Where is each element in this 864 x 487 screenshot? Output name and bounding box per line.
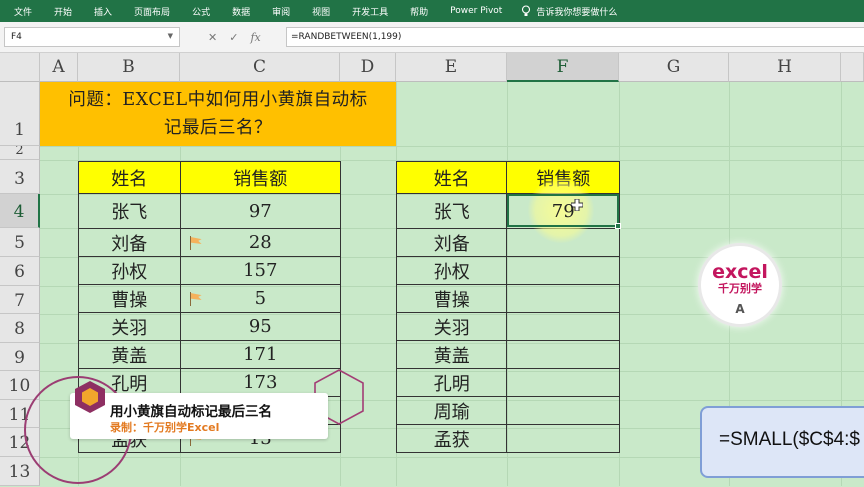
tab-help[interactable]: 帮助	[399, 5, 439, 18]
right-cell-name[interactable]: 张飞	[395, 193, 508, 229]
column-header-c[interactable]: C	[180, 53, 340, 82]
sales-value: 28	[248, 232, 272, 253]
left-cell-name[interactable]: 黄盖	[78, 340, 181, 369]
formula-buttons: ✕ ✓ fx	[200, 27, 280, 47]
left-cell-name[interactable]: 曹操	[78, 284, 181, 313]
right-cell-name[interactable]: 孔明	[395, 368, 508, 397]
left-cell-sales[interactable]: 97	[179, 193, 342, 229]
left-header-sales[interactable]: 销售额	[179, 161, 342, 194]
row-header-6[interactable]: 6	[0, 257, 40, 286]
formula-callout: =SMALL($C$4:$	[700, 406, 864, 478]
logo-text: excel	[712, 261, 768, 283]
tab-page-layout[interactable]: 页面布局	[123, 5, 181, 18]
fx-icon[interactable]: fx	[250, 31, 260, 44]
caption-title: 用小黄旗自动标记最后三名	[110, 404, 272, 420]
tab-developer[interactable]: 开发工具	[341, 5, 399, 18]
tell-me-text: 告诉我你想要做什么	[536, 7, 618, 18]
row-header-8[interactable]: 8	[0, 314, 40, 343]
tell-me-box[interactable]: 告诉我你想要做什么	[521, 5, 617, 18]
cancel-icon[interactable]: ✕	[208, 31, 217, 44]
column-header-d[interactable]: D	[340, 53, 396, 82]
logo-letter: A	[735, 302, 745, 316]
caption-author: 录制：千万别学Excel	[110, 421, 220, 434]
name-box-value: F4	[11, 32, 22, 42]
column-header-e[interactable]: E	[396, 53, 507, 82]
right-cell-sales[interactable]: 79	[506, 193, 620, 229]
left-cell-sales[interactable]: 171	[179, 340, 342, 369]
right-cell-sales[interactable]	[506, 312, 620, 341]
column-header-f[interactable]: F	[507, 53, 619, 82]
right-cell-sales[interactable]	[506, 256, 620, 285]
right-cell-name[interactable]: 孟获	[395, 424, 508, 453]
tab-view[interactable]: 视图	[301, 5, 341, 18]
tab-power-pivot[interactable]: Power Pivot	[439, 6, 513, 16]
chevron-down-icon[interactable]: ▼	[168, 32, 173, 40]
tab-insert[interactable]: 插入	[83, 5, 123, 18]
hexagon-badge-icon	[75, 381, 105, 413]
channel-logo: excel 千万别学 A	[698, 243, 782, 327]
left-cell-name[interactable]: 刘备	[78, 228, 181, 257]
right-cell-sales[interactable]	[506, 396, 620, 425]
left-cell-name[interactable]: 张飞	[78, 193, 181, 229]
row-header-9[interactable]: 9	[0, 343, 40, 371]
right-cell-name[interactable]: 孙权	[395, 256, 508, 285]
row-header-4[interactable]: 4	[0, 194, 40, 228]
left-cell-name[interactable]: 孙权	[78, 256, 181, 285]
row-header-5[interactable]: 5	[0, 228, 40, 257]
right-cell-sales[interactable]	[506, 424, 620, 453]
right-cell-name[interactable]: 刘备	[395, 228, 508, 257]
right-cell-name[interactable]: 黄盖	[395, 340, 508, 369]
ribbon-tabs: 文件 开始 插入 页面布局 公式 数据 审阅 视图 开发工具 帮助 Power …	[0, 0, 864, 22]
left-cell-sales[interactable]: 157	[179, 256, 342, 285]
row-header-10[interactable]: 10	[0, 371, 40, 400]
right-cell-sales[interactable]	[506, 368, 620, 397]
row-header-1[interactable]: 1	[0, 82, 40, 146]
right-sales-table: 姓名 销售额 张飞 79 刘备 孙权 曹操 关羽 黄盖 孔明 周瑜 孟获	[395, 161, 620, 453]
tab-file[interactable]: 文件	[0, 5, 43, 18]
row-header-7[interactable]: 7	[0, 286, 40, 314]
left-cell-name[interactable]: 关羽	[78, 312, 181, 341]
row-header-3[interactable]: 3	[0, 160, 40, 194]
left-cell-sales[interactable]: 5	[179, 284, 342, 313]
right-header-name[interactable]: 姓名	[395, 161, 508, 194]
title-cell[interactable]: 问题：EXCEL中如何用小黄旗自动标 记最后三名？	[40, 82, 396, 146]
right-cell-sales[interactable]	[506, 284, 620, 313]
lightbulb-icon	[522, 5, 531, 16]
left-header-name[interactable]: 姓名	[78, 161, 181, 194]
row-header-2[interactable]: 2	[0, 146, 40, 160]
left-cell-sales[interactable]: 95	[179, 312, 342, 341]
column-header-next[interactable]	[841, 53, 864, 82]
logo-subtext: 千万别学	[718, 282, 762, 295]
sales-value: 5	[254, 288, 267, 309]
flag-icon	[189, 236, 203, 250]
flag-icon	[189, 292, 203, 306]
gridline	[40, 146, 864, 147]
column-header-b[interactable]: B	[78, 53, 180, 82]
formula-input[interactable]: =RANDBETWEEN(1,199)	[286, 27, 864, 47]
title-line-2: 记最后三名？	[164, 118, 272, 138]
tab-data[interactable]: 数据	[221, 5, 261, 18]
tab-review[interactable]: 审阅	[261, 5, 301, 18]
column-header-g[interactable]: G	[619, 53, 729, 82]
select-all-corner[interactable]	[0, 53, 40, 82]
confirm-icon[interactable]: ✓	[229, 31, 238, 44]
right-cell-name[interactable]: 关羽	[395, 312, 508, 341]
tab-home[interactable]: 开始	[43, 5, 83, 18]
column-header-a[interactable]: A	[40, 53, 78, 82]
formula-bar: F4 ▼ ✕ ✓ fx =RANDBETWEEN(1,199)	[0, 22, 864, 53]
column-header-h[interactable]: H	[729, 53, 841, 82]
video-caption: 用小黄旗自动标记最后三名 录制：千万别学Excel	[70, 393, 328, 439]
right-cell-name[interactable]: 周瑜	[395, 396, 508, 425]
tab-formulas[interactable]: 公式	[181, 5, 221, 18]
right-cell-sales[interactable]	[506, 340, 620, 369]
title-line-1: 问题：EXCEL中如何用小黄旗自动标	[68, 90, 368, 110]
name-box[interactable]: F4 ▼	[4, 27, 180, 47]
right-cell-name[interactable]: 曹操	[395, 284, 508, 313]
left-cell-sales[interactable]: 28	[179, 228, 342, 257]
